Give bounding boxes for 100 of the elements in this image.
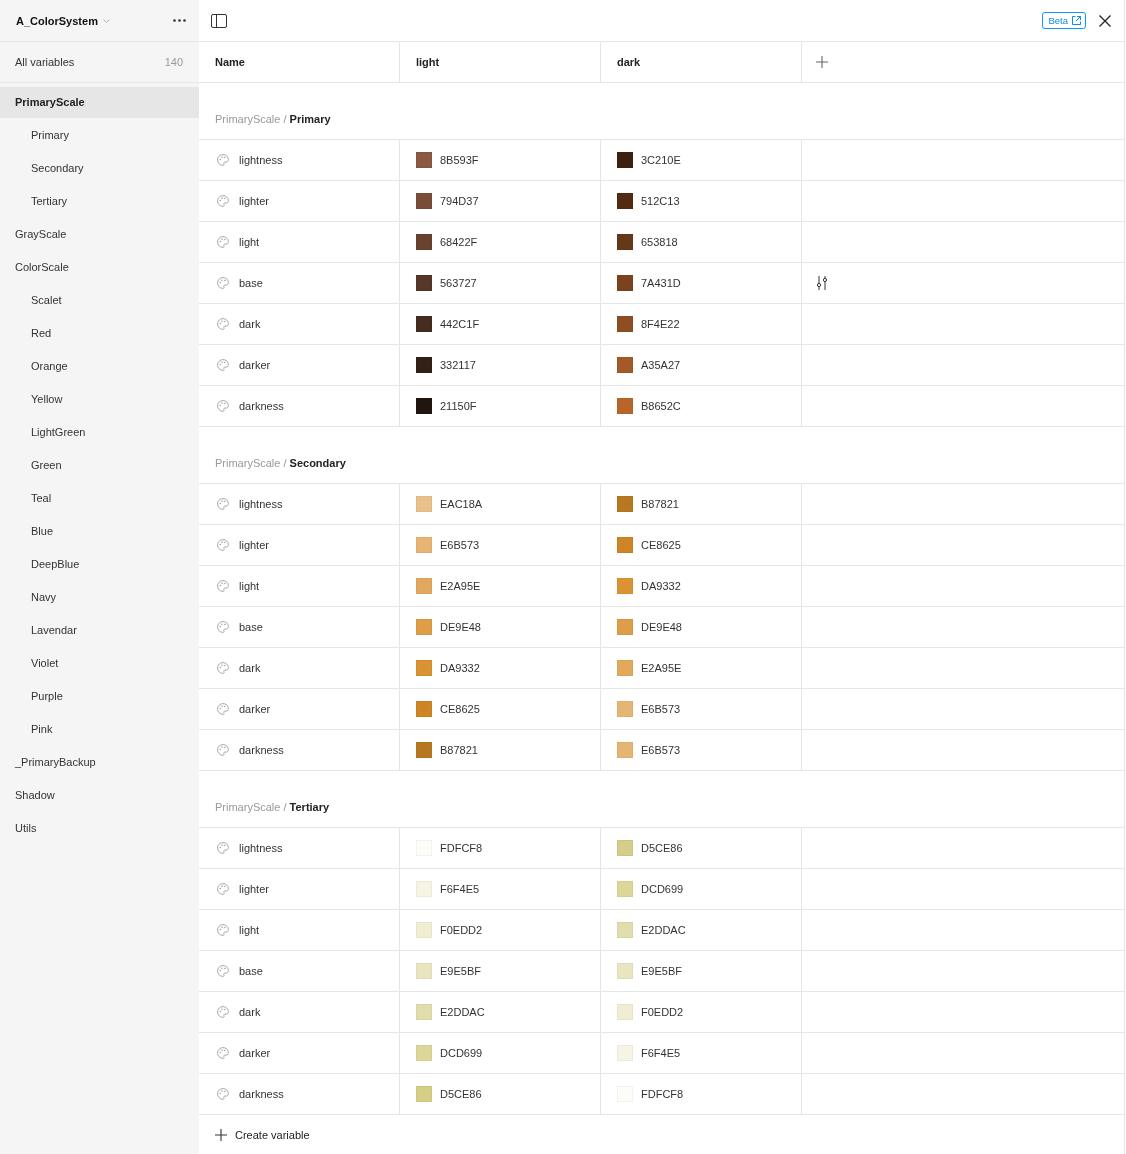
panel-icon	[211, 13, 227, 28]
color-value: E6B573	[641, 744, 681, 756]
color-value: E6B573	[641, 703, 681, 715]
external-link-icon	[1072, 16, 1081, 25]
sidebar-item[interactable]: Orange	[0, 351, 199, 382]
color-value: 563727	[440, 277, 477, 289]
palette-icon	[217, 277, 229, 289]
palette-icon	[217, 318, 229, 330]
color-value: 442C1F	[440, 318, 480, 330]
column-header: Name	[199, 42, 400, 82]
palette-icon	[217, 703, 229, 715]
sidebar-item[interactable]: Purple	[0, 681, 199, 712]
create-variable-button[interactable]: Create variable	[215, 1128, 310, 1141]
color-value: E9E5BF	[440, 965, 481, 977]
sliders-icon[interactable]	[816, 276, 828, 290]
palette-icon	[217, 400, 229, 412]
palette-icon	[217, 195, 229, 207]
variable-name: dark	[239, 318, 261, 330]
color-value: DCD699	[641, 883, 684, 895]
collection-dropdown[interactable]: A_ColorSystem	[16, 14, 110, 27]
variable-name: darker	[239, 359, 271, 371]
variable-name: lighter	[239, 883, 269, 895]
color-value: E9E5BF	[641, 965, 682, 977]
variable-name: dark	[239, 1006, 261, 1018]
color-value: A35A27	[641, 359, 681, 371]
variable-name: darkness	[239, 400, 284, 412]
color-value: DA9332	[440, 662, 480, 674]
column-header: light	[400, 42, 601, 82]
more-button[interactable]	[173, 19, 186, 22]
add-column-button[interactable]	[816, 56, 828, 68]
color-value: B87821	[641, 498, 679, 510]
color-value: DE9E48	[440, 621, 481, 633]
variable-name: light	[239, 924, 260, 936]
sidebar-item[interactable]: DeepBlue	[0, 549, 199, 580]
palette-icon	[217, 744, 229, 756]
plus-icon	[816, 56, 828, 68]
sidebar-item[interactable]: Navy	[0, 582, 199, 613]
variable-name: lighter	[239, 539, 269, 551]
variable-count: 140	[164, 56, 183, 68]
close-icon	[1099, 14, 1111, 27]
sidebar-item[interactable]: Yellow	[0, 384, 199, 415]
color-value: 794D37	[440, 195, 479, 207]
variable-name: light	[239, 580, 260, 592]
variable-name: darkness	[239, 744, 284, 756]
sidebar-item[interactable]: Secondary	[0, 153, 199, 184]
all-variables-item[interactable]: All variables	[15, 56, 75, 68]
sidebar-item[interactable]: Primary	[0, 120, 199, 151]
close-button[interactable]	[1099, 14, 1111, 27]
palette-icon	[217, 498, 229, 510]
sidebar-item[interactable]: Red	[0, 318, 199, 349]
column-header: dark	[601, 42, 802, 82]
sidebar-item[interactable]: PrimaryScale	[0, 87, 199, 118]
sidebar-item[interactable]: _PrimaryBackup	[0, 747, 199, 778]
palette-icon	[217, 883, 229, 895]
palette-icon	[217, 842, 229, 854]
sidebar-item[interactable]: Lavendar	[0, 615, 199, 646]
variable-name: lightness	[239, 498, 283, 510]
palette-icon	[217, 924, 229, 936]
variable-name: darker	[239, 1047, 271, 1059]
sidebar-item[interactable]: Pink	[0, 714, 199, 745]
color-value: D5CE86	[440, 1088, 482, 1100]
section-title: PrimaryScale / Secondary	[215, 457, 346, 469]
variable-name: darkness	[239, 1088, 284, 1100]
color-value: DA9332	[641, 580, 681, 592]
sidebar-item[interactable]: Shadow	[0, 780, 199, 811]
color-value: CE8625	[440, 703, 480, 715]
color-value: E2A95E	[440, 580, 481, 592]
sidebar-toggle-button[interactable]	[211, 13, 227, 28]
sidebar-item[interactable]: LightGreen	[0, 417, 199, 448]
color-value: F6F4E5	[440, 883, 480, 895]
color-value: CE8625	[641, 539, 681, 551]
color-value: D5CE86	[641, 842, 683, 854]
palette-icon	[217, 662, 229, 674]
color-value: 8B593F	[440, 154, 479, 166]
beta-badge[interactable]: Beta	[1042, 12, 1086, 29]
sidebar-item[interactable]: Teal	[0, 483, 199, 514]
sidebar-item[interactable]: Green	[0, 450, 199, 481]
color-value: 7A431D	[641, 277, 681, 289]
sidebar-item[interactable]: Tertiary	[0, 186, 199, 217]
section-title: PrimaryScale / Primary	[215, 113, 331, 125]
sidebar-item[interactable]: Utils	[0, 813, 199, 844]
sidebar-item[interactable]: GrayScale	[0, 219, 199, 250]
color-value: B87821	[440, 744, 478, 756]
sidebar-item[interactable]: Blue	[0, 516, 199, 547]
palette-icon	[217, 965, 229, 977]
color-value: 332117	[440, 359, 476, 371]
color-value: FDFCF8	[440, 842, 483, 854]
palette-icon	[217, 1006, 229, 1018]
sidebar-item[interactable]: ColorScale	[0, 252, 199, 283]
sidebar-item[interactable]: Violet	[0, 648, 199, 679]
color-value: F6F4E5	[641, 1047, 681, 1059]
variable-name: base	[239, 965, 263, 977]
sidebar-item[interactable]: Scalet	[0, 285, 199, 316]
color-value: 21150F	[440, 400, 477, 412]
color-value: F0EDD2	[641, 1006, 684, 1018]
variable-name: lightness	[239, 154, 283, 166]
section-title: PrimaryScale / Tertiary	[215, 801, 330, 813]
color-value: 3C210E	[641, 154, 681, 166]
variable-name: darker	[239, 703, 271, 715]
chevron-down-icon	[102, 18, 110, 23]
